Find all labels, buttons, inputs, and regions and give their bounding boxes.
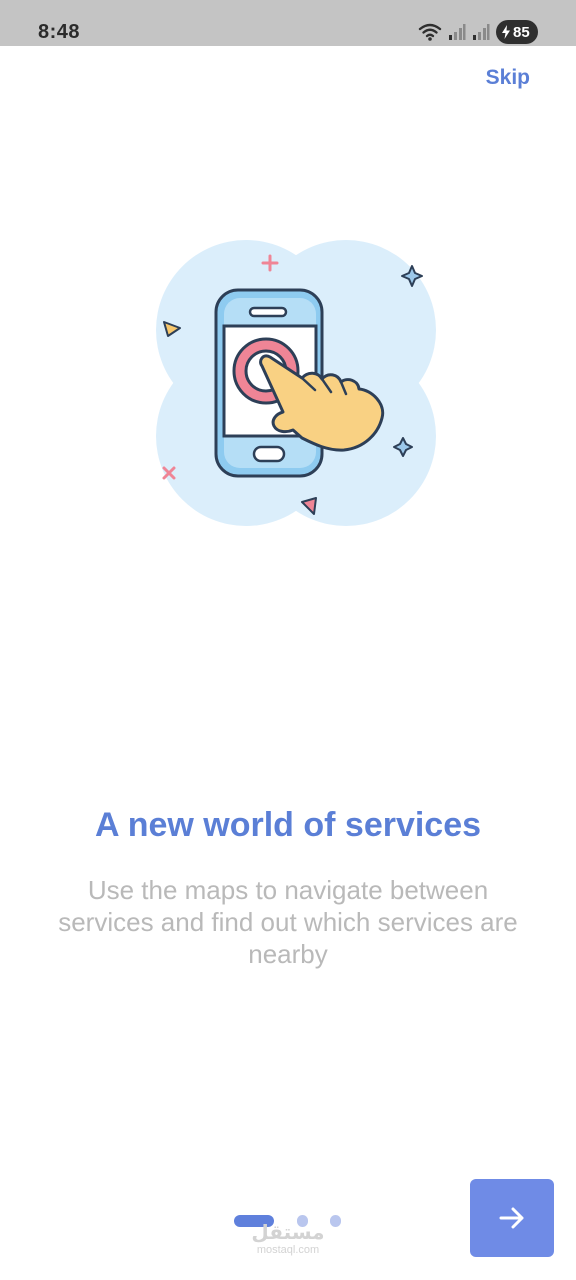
status-time: 8:48 bbox=[38, 21, 81, 43]
battery-indicator: 85 bbox=[496, 20, 538, 44]
onboarding-screen: 8:48 85 Skip A new world of services Use… bbox=[0, 0, 576, 1280]
signal-icon bbox=[473, 24, 490, 40]
signal-icon bbox=[449, 24, 466, 40]
battery-level: 85 bbox=[513, 23, 530, 41]
onboarding-description: Use the maps to navigate between service… bbox=[58, 875, 518, 969]
wifi-icon bbox=[418, 23, 442, 41]
onboarding-title: A new world of services bbox=[94, 806, 482, 844]
next-button[interactable] bbox=[470, 1179, 554, 1257]
page-dot bbox=[330, 1215, 341, 1227]
phone-tap-icon bbox=[156, 240, 436, 526]
status-bar: 8:48 85 bbox=[0, 0, 576, 46]
status-icons: 85 bbox=[418, 20, 538, 44]
watermark-logo: مستقل mostaql.com bbox=[248, 1222, 328, 1256]
watermark-arabic: مستقل bbox=[251, 1222, 325, 1244]
arrow-right-icon bbox=[499, 1207, 524, 1229]
skip-button[interactable]: Skip bbox=[486, 66, 530, 90]
watermark-latin: mostaql.com bbox=[256, 1244, 320, 1256]
charging-icon bbox=[502, 25, 510, 39]
